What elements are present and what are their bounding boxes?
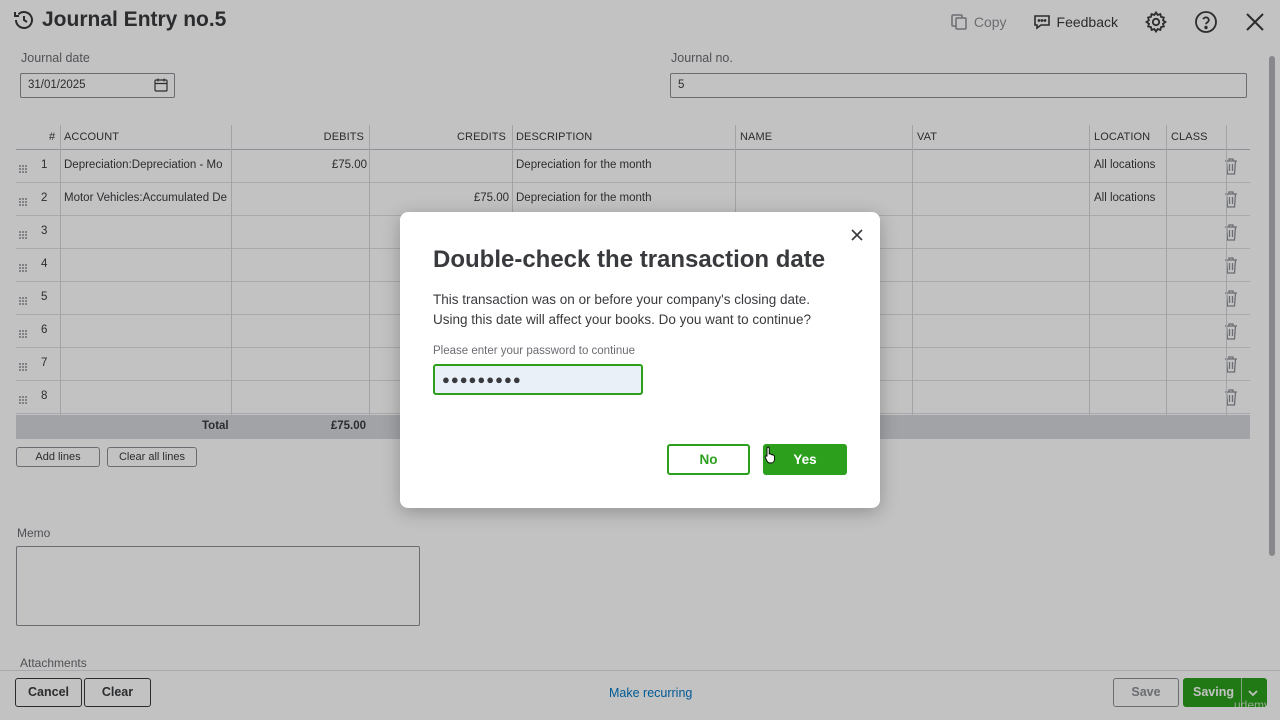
dialog-title: Double-check the transaction date: [433, 246, 826, 273]
dialog-close-button[interactable]: [848, 226, 866, 244]
dialog-message: This transaction was on or before your c…: [433, 290, 843, 330]
password-input[interactable]: ●●●●●●●●●: [433, 364, 643, 395]
mouse-cursor: [764, 446, 776, 469]
no-button[interactable]: No: [667, 444, 750, 475]
password-value: ●●●●●●●●●: [442, 372, 522, 387]
closing-date-dialog: Double-check the transaction date This t…: [400, 212, 880, 508]
password-label: Please enter your password to continue: [433, 345, 636, 357]
close-icon: [851, 229, 863, 241]
dialog-message-line1: This transaction was on or before your c…: [433, 292, 811, 307]
dialog-message-line2: Using this date will affect your books. …: [433, 312, 811, 327]
